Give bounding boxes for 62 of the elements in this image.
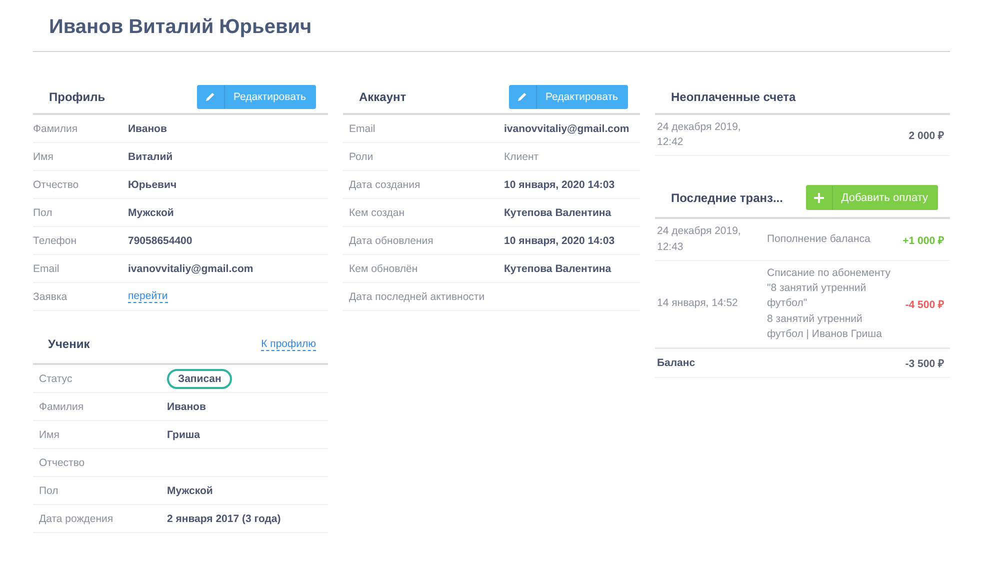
field-label: Имя <box>38 428 60 440</box>
field-label: Отчество <box>38 456 86 468</box>
transaction-description: Пополнение баланса <box>767 232 872 248</box>
section-title: Аккаунт <box>359 90 406 104</box>
transaction-date: 14 января, 14:52 <box>657 296 739 312</box>
balance-label: Баланс <box>657 356 696 369</box>
field-label: Email <box>33 262 60 274</box>
edit-button[interactable]: Редактировать <box>509 84 628 108</box>
status-badge: Записан <box>167 368 232 388</box>
field-label: Отчество <box>33 178 80 190</box>
field-value: Клиент <box>504 150 539 162</box>
profile-link[interactable]: К профилю <box>261 338 316 350</box>
field-label: Email <box>348 122 376 134</box>
field-label: Пол <box>33 206 54 218</box>
field-value: 10 января, 2020 14:03 <box>504 234 615 246</box>
field-label: Телефон <box>33 234 78 246</box>
pencil-icon <box>517 91 528 102</box>
field-value: ivanovvitaliy@gmail.com <box>504 122 630 134</box>
link[interactable]: перейти <box>128 290 168 303</box>
field-value: Иванов <box>128 122 167 134</box>
field-label: Дата последней активности <box>348 290 486 302</box>
field-value: Мужской <box>167 484 213 496</box>
field-label: Кем обновлён <box>348 262 419 274</box>
field-value: 2 января 2017 (3 года) <box>167 512 281 524</box>
field-value: Кутепова Валентина <box>504 206 612 218</box>
field-label: Фамилия <box>33 122 79 134</box>
add-payment-button[interactable]: Добавить оплату <box>806 185 938 210</box>
field-label: Заявка <box>33 290 68 302</box>
plus-icon <box>814 192 824 203</box>
field-label: Дата обновления <box>348 234 434 246</box>
field-value: Иванов <box>167 400 206 412</box>
field-value: Юрьевич <box>128 178 177 190</box>
field-label: Пол <box>38 484 60 496</box>
field-label: Имя <box>33 150 54 162</box>
field-label: Дата создания <box>348 178 422 190</box>
section-title: Профиль <box>49 90 106 104</box>
field-label: Фамилия <box>38 400 85 412</box>
field-value: Кутепова Валентина <box>504 262 612 274</box>
transaction-date: 24 декабря 2019, 12:43 <box>657 224 742 255</box>
section-title: Неоплаченные счета <box>671 90 796 104</box>
field-label: Кем создан <box>348 206 406 218</box>
transaction-note: 8 занятий утренний футбол | Иванов Гриша <box>767 312 883 342</box>
transaction-amount: -4 500 ₽ <box>905 298 945 311</box>
balance-amount: -3 500 ₽ <box>905 356 945 370</box>
transaction-description: Списание по абонементу "8 занятий утренний футбол" <box>767 266 892 312</box>
page-title: Иванов Виталий Юрьевич <box>33 16 950 52</box>
edit-button[interactable]: Редактировать <box>197 84 316 108</box>
field-label: Роли <box>348 150 374 162</box>
transaction-amount: +1 000 ₽ <box>902 234 945 247</box>
field-value: Мужской <box>128 206 174 218</box>
field-value: ivanovvitaliy@gmail.com <box>128 262 254 274</box>
field-value: Виталий <box>128 150 173 162</box>
pencil-icon <box>205 91 216 102</box>
field-value: Гриша <box>167 428 200 440</box>
section-title: Ученик <box>48 337 90 351</box>
field-value: 10 января, 2020 14:03 <box>504 178 615 190</box>
field-value: 79058654400 <box>128 234 192 246</box>
field-label: Статус <box>38 372 74 384</box>
invoice-date: 24 декабря 2019, 12:42 <box>657 120 742 150</box>
invoice-amount: 2 000 ₽ <box>908 129 945 142</box>
field-label: Дата рождения <box>38 512 114 524</box>
section-title: Последние транз... <box>671 190 783 205</box>
